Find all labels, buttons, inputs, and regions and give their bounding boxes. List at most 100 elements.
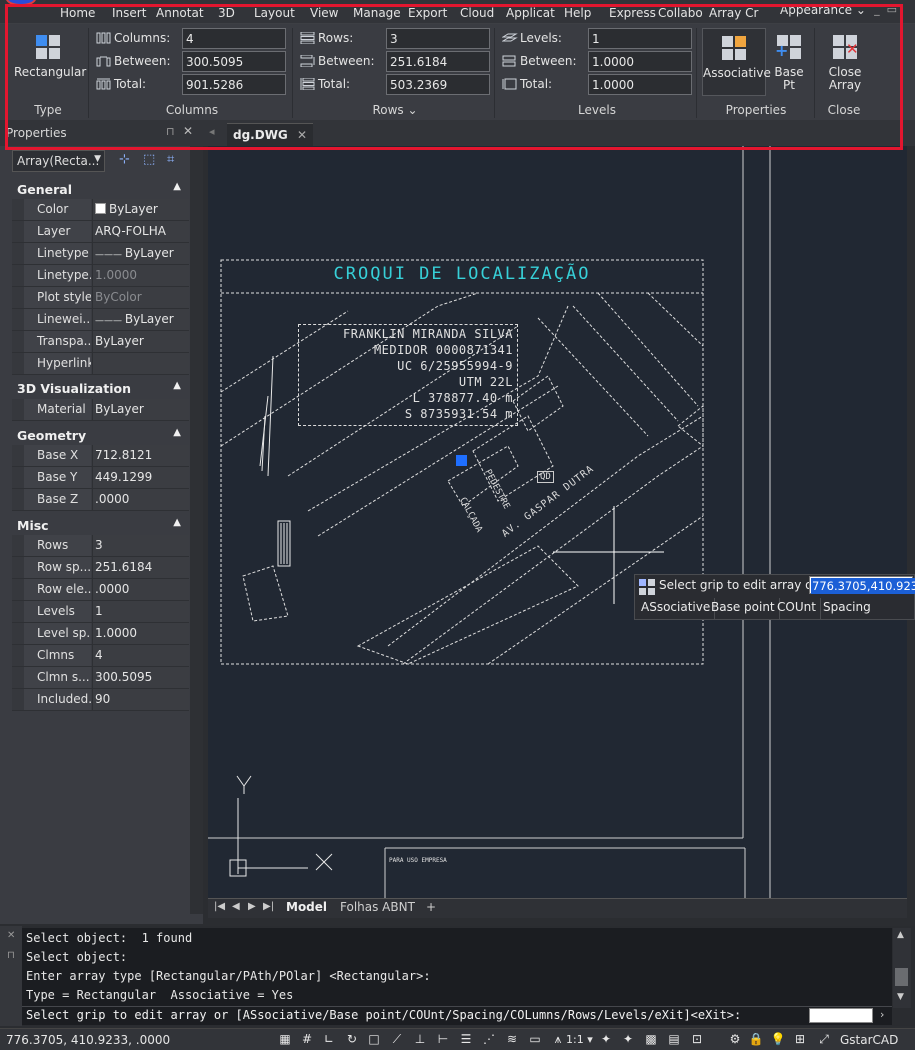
drawing-canvas[interactable]: CROQUI DE LOCALIZAÇÃO FRANKLIN MIRANDA S…	[208, 146, 907, 898]
object-type-dropdown[interactable]: Array(Recta... ▼	[12, 150, 105, 172]
ducs-icon[interactable]: ⊥	[412, 1032, 428, 1047]
grip-option-count[interactable]: COUnt	[773, 598, 821, 619]
close-icon[interactable]: ✕	[183, 124, 193, 138]
add-layout-button[interactable]: +	[426, 900, 436, 914]
property-value[interactable]: 4	[92, 645, 189, 666]
property-value[interactable]: ——— ByLayer	[92, 309, 189, 330]
lineweight-icon[interactable]: ☰	[458, 1032, 474, 1047]
category-misc[interactable]: Misc ▲	[12, 515, 189, 535]
columns-total-input[interactable]	[182, 74, 286, 95]
property-value[interactable]: 1.0000	[92, 623, 189, 644]
property-row[interactable]: Layer ARQ-FOLHA	[12, 221, 189, 243]
menu-cloud[interactable]: Cloud	[460, 6, 494, 20]
otrack-icon[interactable]: ⟋	[389, 1032, 405, 1047]
menu-view[interactable]: View	[310, 6, 338, 20]
rows-between-input[interactable]	[386, 51, 490, 72]
scroll-up-icon[interactable]: ▲	[897, 930, 904, 940]
first-tab-icon[interactable]: |◀	[214, 901, 225, 912]
menu-applications[interactable]: Applicat	[506, 6, 555, 20]
property-value[interactable]: ByLayer	[92, 331, 189, 352]
lock-icon[interactable]: 🔒	[748, 1032, 764, 1047]
property-row[interactable]: Row ele... .0000	[12, 579, 189, 601]
menu-help[interactable]: Help	[564, 6, 591, 20]
property-row[interactable]: Rows 3	[12, 535, 189, 557]
chevron-right-icon[interactable]: ›	[880, 1008, 884, 1021]
property-row[interactable]: Included... 90	[12, 689, 189, 711]
levels-count-input[interactable]	[588, 28, 692, 49]
tab-scroll-left-icon[interactable]: ◂	[209, 125, 215, 138]
menu-collaborate[interactable]: Collabo	[658, 6, 703, 20]
property-value[interactable]: ByColor	[92, 287, 189, 308]
model-space-icon[interactable]: ▭	[527, 1032, 543, 1047]
category-general[interactable]: General ▲	[12, 179, 189, 199]
property-row[interactable]: Plot style ByColor	[12, 287, 189, 309]
property-row[interactable]: Linetype ——— ByLayer	[12, 243, 189, 265]
property-row[interactable]: Linewei... ——— ByLayer	[12, 309, 189, 331]
property-value[interactable]: .0000	[92, 489, 189, 510]
rows-count-input[interactable]	[386, 28, 490, 49]
property-value[interactable]: ByLayer	[92, 399, 189, 420]
clean-screen-icon[interactable]: ⊡	[689, 1032, 705, 1047]
property-value[interactable]: 1.0000	[92, 265, 189, 286]
grip-option-base-point[interactable]: Base point	[707, 598, 780, 619]
property-value[interactable]: 712.8121	[92, 445, 189, 466]
property-value[interactable]: 1	[92, 601, 189, 622]
auto-scale-icon[interactable]: ✦	[620, 1032, 636, 1047]
command-line-handle[interactable]: ✕ ⊓	[0, 926, 22, 1026]
menu-3d[interactable]: 3D	[218, 6, 235, 20]
property-row[interactable]: Base X 712.8121	[12, 445, 189, 467]
toggle-pickadd-icon[interactable]: ⊹	[119, 152, 137, 168]
rows-total-input[interactable]	[386, 74, 490, 95]
property-row[interactable]: Hyperlink	[12, 353, 189, 375]
gear-icon[interactable]: ⚙	[727, 1032, 743, 1047]
window-controls[interactable]: _ ▭	[874, 3, 897, 16]
grid-icon[interactable]: ▦	[277, 1032, 293, 1047]
menu-express[interactable]: Express	[609, 6, 656, 20]
associative-button[interactable]: Associative	[702, 28, 771, 96]
levels-total-input[interactable]	[588, 74, 692, 95]
fullscreen-icon[interactable]: ⤢	[816, 1032, 832, 1047]
menu-appearance[interactable]: Appearance ⌄	[780, 3, 866, 17]
rectangular-button[interactable]: Rectangular	[14, 28, 86, 96]
levels-between-input[interactable]	[588, 51, 692, 72]
property-value[interactable]: 251.6184	[92, 557, 189, 578]
annotation-icon[interactable]: ⩚	[550, 1032, 566, 1047]
snap-icon[interactable]: #	[299, 1032, 315, 1047]
select-objects-icon[interactable]: ⬚	[143, 152, 161, 168]
tab-folhas-abnt[interactable]: Folhas ABNT	[340, 900, 415, 914]
property-row[interactable]: Row sp... 251.6184	[12, 557, 189, 579]
property-value[interactable]: .0000	[92, 579, 189, 600]
columns-count-input[interactable]	[182, 28, 286, 49]
command-scrollbar[interactable]: ▲ ▼	[893, 928, 911, 1008]
menu-annotate[interactable]: Annotat	[156, 6, 204, 20]
isolate-icon[interactable]: ⊞	[792, 1032, 808, 1047]
command-input-row[interactable]: Select grip to edit array or [ASsociativ…	[22, 1006, 892, 1025]
properties-icon[interactable]: ▤	[666, 1032, 682, 1047]
property-value[interactable]: ——— ByLayer	[92, 243, 189, 264]
pin-icon[interactable]: ⊓	[166, 125, 175, 138]
category-3d-visualization[interactable]: 3D Visualization ▲	[12, 378, 189, 398]
property-row[interactable]: Material ByLayer	[12, 399, 189, 421]
property-row[interactable]: Linetype... 1.0000	[12, 265, 189, 287]
next-tab-icon[interactable]: ▶	[248, 901, 256, 912]
array-grip[interactable]	[456, 455, 467, 466]
close-array-button[interactable]: ✕ Close Array	[820, 28, 870, 96]
base-point-button[interactable]: + Base Pt	[770, 28, 808, 96]
transparency-icon[interactable]: ⋰	[481, 1032, 497, 1047]
category-geometry[interactable]: Geometry ▲	[12, 425, 189, 445]
panel-title-rows[interactable]: Rows ⌄	[298, 103, 492, 117]
property-value[interactable]: ARQ-FOLHA	[92, 221, 189, 242]
command-input[interactable]	[809, 1008, 873, 1023]
property-row[interactable]: Levels 1	[12, 601, 189, 623]
grip-coords-input[interactable]: 776.3705,410.9233	[809, 576, 915, 594]
columns-between-input[interactable]	[182, 51, 286, 72]
property-row[interactable]: Base Y 449.1299	[12, 467, 189, 489]
annotation-scale[interactable]: 1:1 ▾	[566, 1033, 593, 1046]
hatch-icon[interactable]: ▩	[643, 1032, 659, 1047]
quick-select-icon[interactable]: ⌗	[167, 152, 185, 168]
property-value[interactable]	[92, 353, 189, 374]
menu-manage[interactable]: Manage	[353, 6, 401, 20]
property-row[interactable]: Base Z .0000	[12, 489, 189, 511]
pin-icon[interactable]: ⊓	[7, 950, 15, 961]
property-row[interactable]: Level sp... 1.0000	[12, 623, 189, 645]
